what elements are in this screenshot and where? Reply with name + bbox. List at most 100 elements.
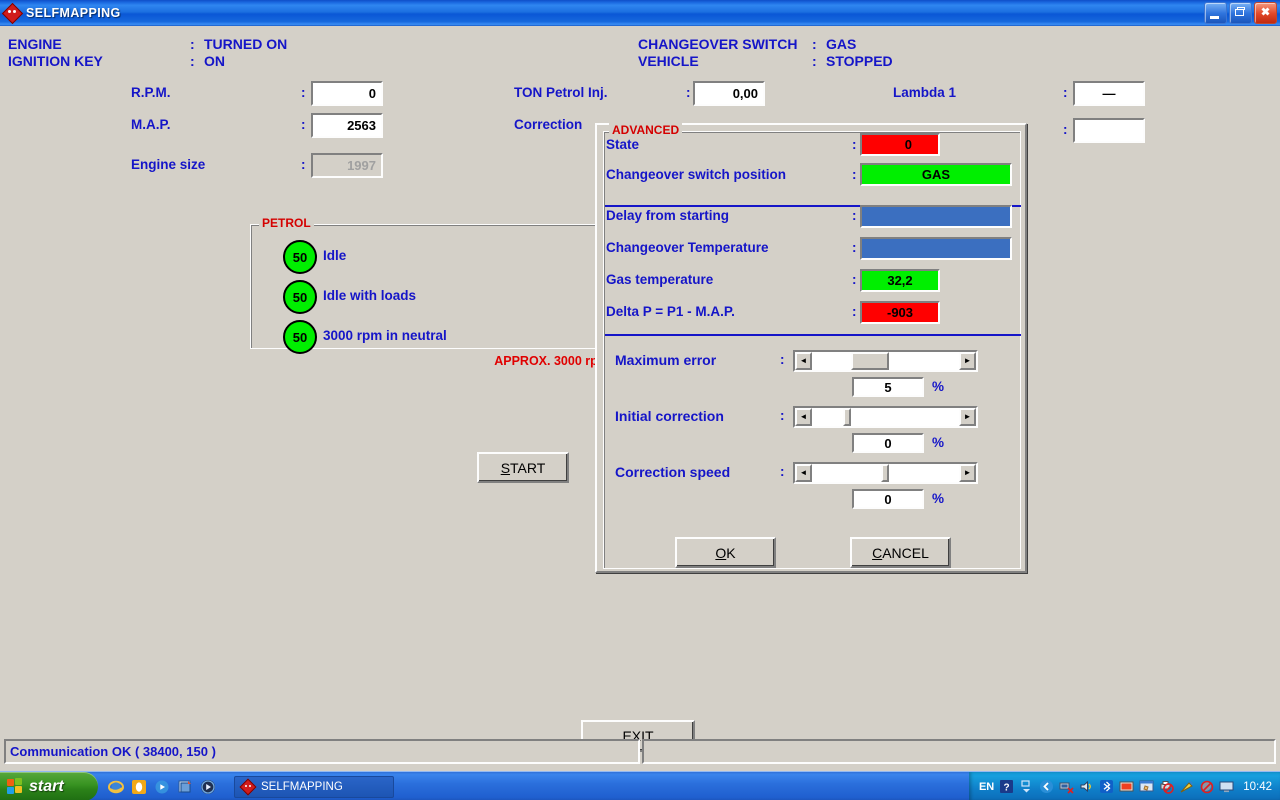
vehicle-colon: : [812,53,817,69]
changeover-temperature-label: Changeover Temperature [606,240,769,255]
idle-led: 50 [283,240,317,274]
correction-speed-left-arrow-icon[interactable]: ◄ [795,464,812,482]
cancel-button[interactable]: CANCEL [850,537,951,568]
expand-tray-chevron-down-icon[interactable] [1019,779,1034,794]
taskbar-app-diamond-icon [239,778,257,795]
maximum-error-thumb[interactable] [851,352,889,370]
initial-correction-value-field[interactable]: 0 [852,433,924,453]
monitor-icon[interactable] [1119,779,1134,794]
window-hand-icon[interactable] [1139,779,1154,794]
initial-correction-unit: % [932,435,945,450]
app-diamond-icon [1,2,24,25]
initial-correction-label: Initial correction [615,408,724,424]
quick-launch-bar [108,779,216,795]
correction-speed-slider[interactable]: ◄ ► [793,462,978,484]
sound-volume-icon[interactable] [1079,779,1094,794]
ton-petrol-inj-colon: : [686,85,691,100]
network-disconnected-icon[interactable] [1059,779,1074,794]
engine-label: ENGINE [8,36,62,52]
vehicle-label: VEHICLE [638,53,699,69]
close-icon[interactable]: ✖ [1254,2,1277,24]
neutral-3000rpm-led: 50 [283,320,317,354]
delta-p-field: -903 [860,301,940,324]
rpm-colon: : [301,85,306,100]
ignition-key-label: IGNITION KEY [8,53,103,69]
maximum-error-right-arrow-icon[interactable]: ► [959,352,976,370]
map-label: M.A.P. [131,117,171,132]
tray-back-arrow-icon[interactable] [1039,779,1054,794]
taskbar-item-label: SELFMAPPING [261,780,343,793]
ok-accel: O [715,544,727,561]
start-rest: TART [510,459,546,476]
lambda1-field: — [1073,81,1145,106]
wireless-antenna-icon[interactable] [1179,779,1194,794]
changeover-temperature-colon: : [852,240,857,255]
initial-correction-slider[interactable]: ◄ ► [793,406,978,428]
map-colon: : [301,117,306,132]
taskbar: start SELFMAPPING EN ? 10:42 [0,771,1280,800]
idle-with-loads-led: 50 [283,280,317,314]
cancel-accel: C [872,544,883,561]
changeover-switch-value: GAS [826,36,857,52]
idle-with-loads-label: Idle with loads [323,288,417,303]
state-value-field: 0 [860,133,940,156]
start-button[interactable]: START [477,452,569,483]
state-colon: : [852,137,857,152]
language-indicator[interactable]: EN [979,781,994,793]
printer-blocked-icon[interactable] [1159,779,1175,794]
delay-from-starting-field [860,205,1012,228]
minimize-button[interactable] [1204,2,1227,24]
start-accel: S [500,459,511,476]
ok-rest: K [726,544,736,561]
initial-correction-thumb[interactable] [843,408,851,426]
correction-speed-thumb[interactable] [881,464,889,482]
start-button-taskbar[interactable]: start [0,772,98,800]
changeover-switch-position-colon: : [852,167,857,182]
ok-button[interactable]: OK [675,537,776,568]
help-icon[interactable]: ? [999,779,1014,794]
app-window: SELFMAPPING ✖ ENGINE : TURNED ON IGNITIO… [0,0,1280,800]
opera-icon[interactable] [131,779,147,795]
correction-speed-label: Correction speed [615,464,731,480]
petrol-group: PETROL 50 Idle 50 Idle with loads 50 300… [250,216,610,354]
correction-speed-right-arrow-icon[interactable]: ► [959,464,976,482]
idle-label: Idle [323,248,347,263]
changeover-temperature-field [860,237,1012,260]
initial-correction-right-arrow-icon[interactable]: ► [959,408,976,426]
maximum-error-value-field[interactable]: 5 [852,377,924,397]
delay-from-starting-colon: : [852,208,857,223]
petrol-group-legend: PETROL [259,216,314,230]
display-settings-icon[interactable] [1219,779,1234,794]
lambda2-colon: : [1063,122,1068,137]
disabled-device-icon[interactable] [1199,779,1214,794]
ignition-key-colon: : [190,53,195,69]
engine-size-colon: : [301,157,306,172]
delta-p-colon: : [852,304,857,319]
start-label: start [29,777,64,795]
state-label: State [606,137,640,152]
title-bar: SELFMAPPING ✖ [0,0,1280,26]
initial-correction-left-arrow-icon[interactable]: ◄ [795,408,812,426]
lambda1-colon: : [1063,85,1068,100]
internet-explorer-icon[interactable] [108,779,124,795]
changeover-switch-label: CHANGEOVER SWITCH [638,36,798,52]
restore-button[interactable] [1229,2,1252,24]
engine-size-field: 1997 [311,153,383,178]
dvd-player-icon[interactable] [200,779,216,795]
correction-speed-value-field[interactable]: 0 [852,489,924,509]
bluetooth-icon[interactable] [1099,779,1114,794]
map-value-field: 2563 [311,113,383,138]
system-clock[interactable]: 10:42 [1243,781,1272,793]
maximum-error-slider[interactable]: ◄ ► [793,350,978,372]
delta-p-label: Delta P = P1 - M.A.P. [606,304,735,319]
gas-temperature-field: 32,2 [860,269,940,292]
ton-petrol-inj-label: TON Petrol Inj. [514,85,608,100]
maximum-error-left-arrow-icon[interactable]: ◄ [795,352,812,370]
show-desktop-icon[interactable] [177,779,193,795]
taskbar-item-selfmapping[interactable]: SELFMAPPING [234,775,394,798]
correction-speed-colon: : [780,464,785,479]
media-player-icon[interactable] [154,779,170,795]
changeover-switch-position-label: Changeover switch position [606,167,787,182]
status-bar-message: Communication OK ( 38400, 150 ) [4,739,640,764]
delay-from-starting-label: Delay from starting [606,208,730,223]
